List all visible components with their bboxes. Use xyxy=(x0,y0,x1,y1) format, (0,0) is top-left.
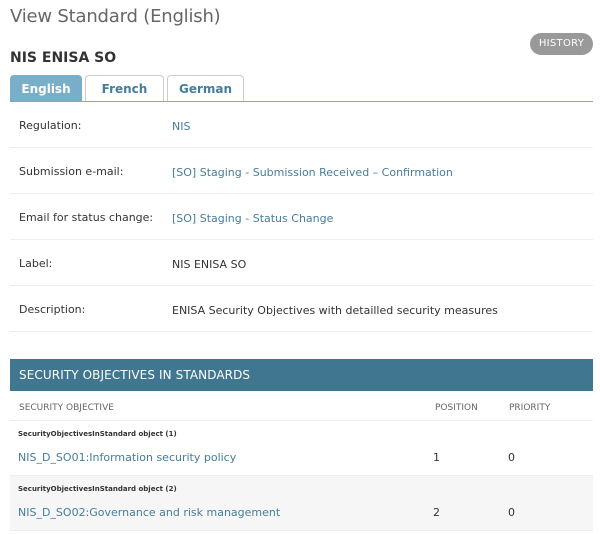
security-objectives-inline: SECURITY OBJECTIVES IN STANDARDS SECURIT… xyxy=(10,359,593,531)
position-value: 2 xyxy=(433,506,440,519)
column-header-objective: SECURITY OBJECTIVE xyxy=(19,403,114,413)
column-header-position: POSITION xyxy=(435,403,478,413)
field-row-submission-email: Submission e-mail: [SO] Staging - Submis… xyxy=(10,148,593,194)
position-value: 1 xyxy=(433,451,440,464)
standard-fields: Regulation: NIS Submission e-mail: [SO] … xyxy=(10,101,593,332)
field-label: Email for status change: xyxy=(19,211,154,224)
status-email-link[interactable]: [SO] Staging - Status Change xyxy=(172,212,333,225)
column-header-priority: PRIORITY xyxy=(509,403,551,413)
submission-email-link[interactable]: [SO] Staging - Submission Received – Con… xyxy=(172,166,453,179)
column-headers: SECURITY OBJECTIVE POSITION PRIORITY xyxy=(10,391,593,421)
inline-header: SECURITY OBJECTIVES IN STANDARDS xyxy=(10,359,593,391)
tab-german[interactable]: German xyxy=(167,75,244,101)
tab-french[interactable]: French xyxy=(85,75,164,101)
field-label: Submission e-mail: xyxy=(19,165,124,178)
regulation-link[interactable]: NIS xyxy=(172,120,190,133)
object-title: NIS ENISA SO xyxy=(10,50,117,66)
row-caption: SecurityObjectivesInStandard object (1) xyxy=(18,430,177,438)
objective-link[interactable]: NIS_D_SO02:Governance and risk managemen… xyxy=(18,506,280,519)
field-row-description: Description: ENISA Security Objectives w… xyxy=(10,286,593,332)
tab-english[interactable]: English xyxy=(10,75,82,102)
field-row-label: Label: NIS ENISA SO xyxy=(10,240,593,286)
description-value: ENISA Security Objectives with detailled… xyxy=(172,304,498,317)
label-value: NIS ENISA SO xyxy=(172,258,247,271)
objective-link[interactable]: NIS_D_SO01:Information security policy xyxy=(18,451,236,464)
page-title: View Standard (English) xyxy=(10,6,221,27)
priority-value: 0 xyxy=(508,506,515,519)
field-label: Label: xyxy=(19,257,53,270)
table-row: SecurityObjectivesInStandard object (1) … xyxy=(10,421,593,476)
field-label: Description: xyxy=(19,303,86,316)
table-row: SecurityObjectivesInStandard object (2) … xyxy=(10,476,593,531)
field-label: Regulation: xyxy=(19,119,82,132)
priority-value: 0 xyxy=(508,451,515,464)
field-row-status-email: Email for status change: [SO] Staging - … xyxy=(10,194,593,240)
row-caption: SecurityObjectivesInStandard object (2) xyxy=(18,485,177,493)
field-row-regulation: Regulation: NIS xyxy=(10,102,593,148)
history-button[interactable]: HISTORY xyxy=(530,33,593,55)
